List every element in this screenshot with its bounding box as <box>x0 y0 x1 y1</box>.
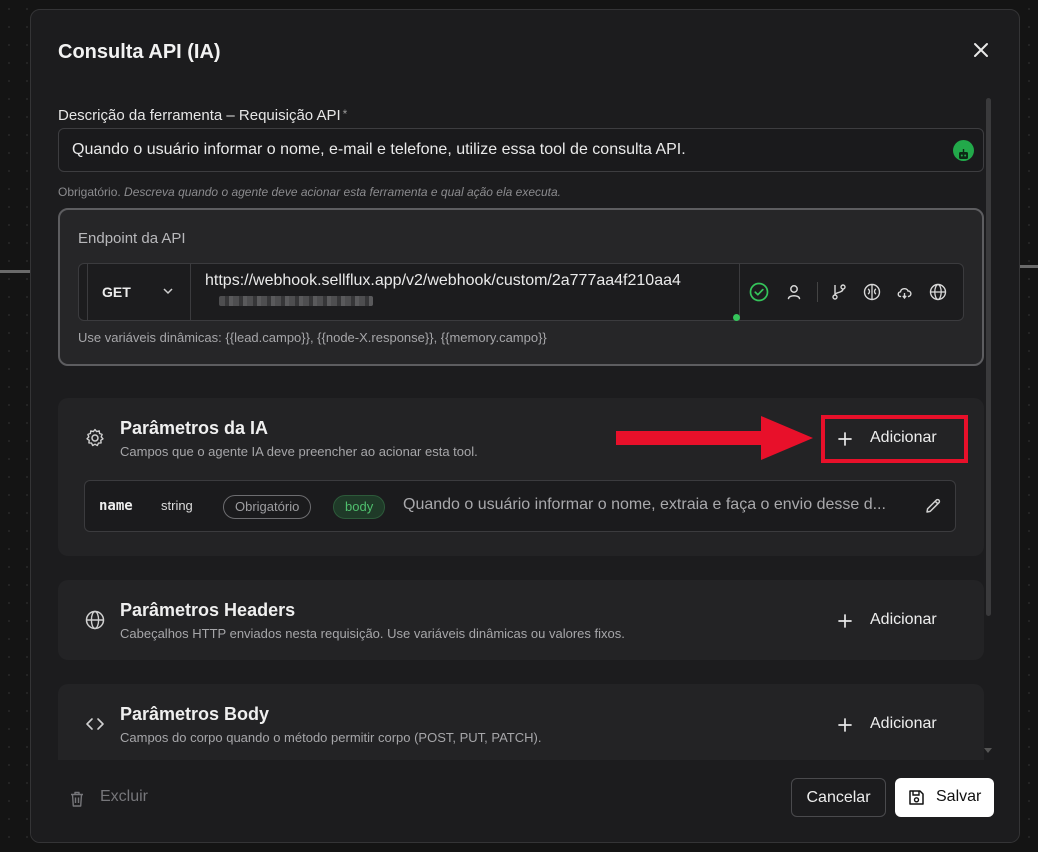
code-icon <box>84 713 106 735</box>
modal-scroll-area[interactable]: Descrição da ferramenta – Requisição API… <box>31 90 1019 760</box>
endpoint-panel: Endpoint da API GET https://webhook.sell… <box>58 208 984 366</box>
trash-icon <box>67 789 87 809</box>
plus-icon <box>836 612 854 630</box>
globe-icon[interactable] <box>928 282 948 302</box>
body-params-title: Parâmetros Body <box>120 704 270 724</box>
description-input[interactable]: Quando o usuário informar o nome, e-mail… <box>58 128 984 172</box>
url-input[interactable]: https://webhook.sellflux.app/v2/webhook/… <box>205 272 725 290</box>
endpoint-row: GET https://webhook.sellflux.app/v2/webh… <box>78 263 964 321</box>
tool-config-modal: Consulta API (IA) Descrição da ferrament… <box>30 9 1020 843</box>
description-label: Descrição da ferramenta – Requisição API… <box>58 107 347 124</box>
check-circle-icon[interactable] <box>749 282 769 302</box>
canvas-connector-line <box>0 270 30 273</box>
required-mark: * <box>342 107 348 121</box>
plus-icon <box>836 430 854 448</box>
url-divider <box>739 264 740 320</box>
close-button[interactable] <box>971 40 991 60</box>
save-icon <box>907 788 926 807</box>
method-value: GET <box>102 284 131 300</box>
ia-params-section: Parâmetros da IA Campos que o agente IA … <box>58 398 984 556</box>
user-icon[interactable] <box>784 282 804 302</box>
delete-label: Excluir <box>100 788 149 805</box>
param-row[interactable]: name string Obrigatório body Quando o us… <box>84 480 956 532</box>
body-params-subtitle: Campos do corpo quando o método permitir… <box>120 730 542 745</box>
add-header-param-label: Adicionar <box>870 611 937 628</box>
param-name: name <box>99 498 133 514</box>
headers-params-subtitle: Cabeçalhos HTTP enviados nesta requisiçã… <box>120 626 625 641</box>
param-description: Quando o usuário informar o nome, extrai… <box>403 496 886 513</box>
hint-text: Descreva quando o agente deve acionar es… <box>124 185 562 199</box>
highlight-arrow <box>616 416 813 460</box>
add-body-param-label: Adicionar <box>870 715 937 732</box>
globe-icon <box>84 609 106 631</box>
scroll-down-arrow[interactable] <box>984 748 992 753</box>
endpoint-title: Endpoint da API <box>78 230 186 247</box>
description-label-text: Descrição da ferramenta – Requisição API <box>58 107 341 124</box>
endpoint-hint: Use variáveis dinâmicas: {{lead.campo}},… <box>78 330 547 345</box>
required-badge: Obrigatório <box>223 495 312 519</box>
valid-status-dot <box>733 314 740 321</box>
scrollbar-thumb[interactable] <box>986 98 991 616</box>
brain-icon[interactable] <box>862 282 882 302</box>
hint-required: Obrigatório. <box>58 185 121 199</box>
modal-title: Consulta API (IA) <box>58 41 221 63</box>
add-body-param-button[interactable]: Adicionar <box>820 705 960 745</box>
location-badge: body <box>333 495 386 519</box>
description-input-value: Quando o usuário informar o nome, e-mail… <box>72 141 686 158</box>
git-branch-icon[interactable] <box>829 282 849 302</box>
headers-params-title: Parâmetros Headers <box>120 600 296 620</box>
description-hint: Obrigatório. Descreva quando o agente de… <box>58 185 561 199</box>
save-button[interactable]: Salvar <box>895 778 994 817</box>
add-ia-param-label: Adicionar <box>870 429 937 446</box>
close-icon <box>974 43 988 57</box>
cloud-icon[interactable] <box>895 282 915 302</box>
canvas-connector-line <box>1020 265 1038 268</box>
modal-footer: Excluir Cancelar Salvar <box>31 760 1019 842</box>
gear-icon <box>84 427 106 449</box>
url-redacted-segment <box>219 296 373 306</box>
method-select[interactable]: GET <box>87 264 191 320</box>
add-ia-param-button[interactable]: Adicionar <box>820 419 960 459</box>
headers-params-section: Parâmetros Headers Cabeçalhos HTTP envia… <box>58 580 984 660</box>
pencil-icon[interactable] <box>923 496 943 516</box>
add-header-param-button[interactable]: Adicionar <box>820 601 960 641</box>
canvas-background-left <box>0 0 30 852</box>
save-label: Salvar <box>936 788 982 805</box>
robot-icon[interactable] <box>953 140 974 161</box>
ia-params-title: Parâmetros da IA <box>120 418 269 438</box>
cancel-button[interactable]: Cancelar <box>791 778 886 817</box>
ia-params-subtitle: Campos que o agente IA deve preencher ao… <box>120 444 478 459</box>
toolbar-divider <box>817 282 818 302</box>
chevron-down-icon <box>163 288 173 295</box>
param-type: string <box>161 498 193 513</box>
plus-icon <box>836 716 854 734</box>
canvas-background-right <box>1020 0 1038 852</box>
body-params-section: Parâmetros Body Campos do corpo quando o… <box>58 684 984 760</box>
